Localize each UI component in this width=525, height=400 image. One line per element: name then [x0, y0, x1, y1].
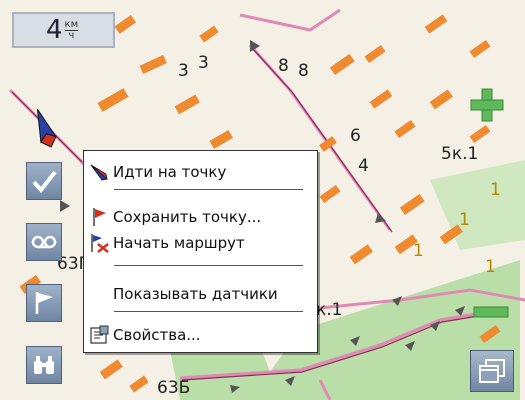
menu-item-label: Начать маршрут [113, 234, 245, 252]
speed-unit-bottom: ч [68, 29, 75, 41]
map-label: 6 [350, 126, 361, 146]
map-label: 8 [278, 56, 289, 76]
map-label: 1 [413, 241, 424, 261]
menu-item-save-point[interactable]: Сохранить точку... [88, 204, 311, 230]
menu-item-properties[interactable]: Свойства... [88, 322, 311, 348]
context-menu: Идти на точку Сохранить точку... Начать … [83, 150, 318, 353]
map-label: 1 [490, 180, 501, 200]
map-label: 3 [198, 53, 209, 73]
windows-icon [479, 359, 505, 383]
zoom-out-button[interactable] [472, 302, 510, 322]
track-record-button[interactable] [26, 223, 62, 261]
menu-item-label: Идти на точку [113, 163, 227, 181]
map-label: 4 [358, 156, 369, 176]
menu-item-label: Сохранить точку... [113, 208, 262, 226]
route-icon [88, 232, 110, 254]
speed-value: 4 [46, 15, 63, 45]
menu-separator [114, 189, 303, 190]
search-button[interactable] [26, 346, 62, 384]
flag-icon [35, 292, 53, 314]
menu-separator [114, 265, 303, 266]
menu-item-go-to-point[interactable]: Идти на точку [88, 159, 311, 185]
navigator-screen: 3 3 8 8 6 4 5к.1 1 1 1 1 63Г к.1 63Б 4 к… [0, 0, 525, 400]
map-label: 63Б [157, 378, 191, 398]
map-label: 5к.1 [441, 144, 479, 164]
menu-separator [114, 311, 303, 312]
red-flag-icon [88, 206, 110, 228]
windows-button[interactable] [470, 350, 514, 392]
confirm-button[interactable] [26, 162, 62, 200]
menu-item-label: Свойства... [113, 326, 201, 344]
checkmark-icon [32, 170, 57, 194]
binoculars-icon [34, 356, 54, 374]
speed-unit-top: км [64, 18, 79, 31]
menu-item-start-route[interactable]: Начать маршрут [88, 230, 311, 256]
speed-unit: км ч [64, 18, 79, 41]
waypoints-button[interactable] [26, 284, 62, 322]
empty-icon-slot [88, 283, 110, 305]
compass-arrow-icon [88, 161, 110, 183]
map-label: 3 [178, 61, 189, 81]
properties-icon [88, 324, 110, 346]
map-label: 1 [459, 210, 470, 230]
map-label: к.1 [316, 300, 343, 320]
map-label: 8 [298, 61, 309, 81]
cassette-icon [31, 235, 57, 249]
menu-item-show-sensors[interactable]: Показывать датчики [88, 281, 311, 307]
minus-icon [473, 306, 509, 318]
map-label: 1 [485, 257, 496, 277]
speed-indicator: 4 км ч [12, 12, 115, 48]
plus-icon [470, 88, 504, 122]
menu-item-label: Показывать датчики [113, 285, 278, 303]
zoom-in-button[interactable] [468, 86, 506, 124]
